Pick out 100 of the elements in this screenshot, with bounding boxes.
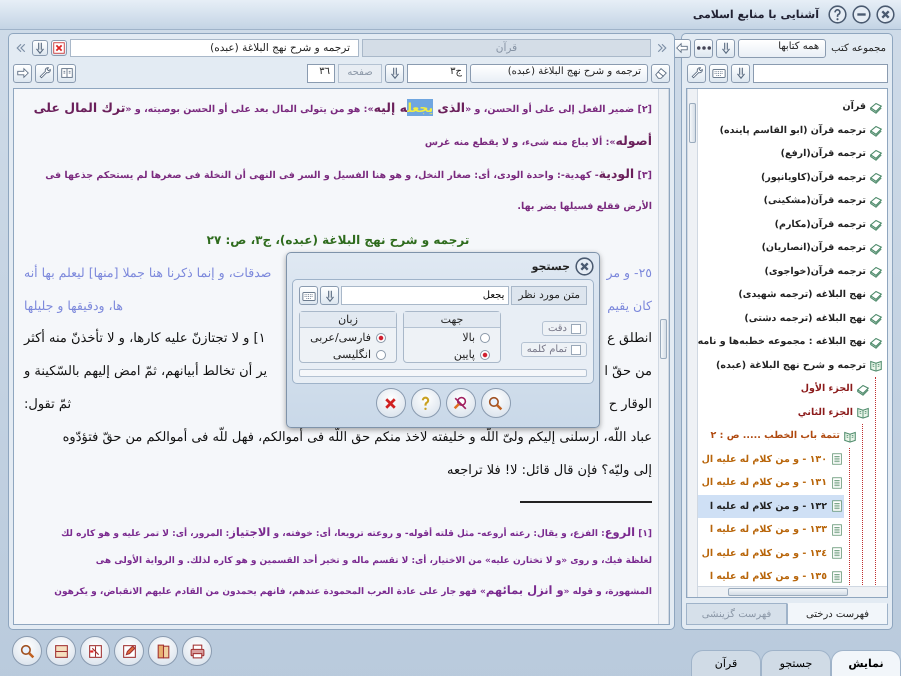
radio-button[interactable] xyxy=(376,332,386,342)
book-dropdown[interactable]: ترجمه و شرح نهج البلاغة (عبده) xyxy=(470,64,648,82)
crop-icon xyxy=(86,642,104,660)
tree-item[interactable]: ترجمه قرآن(انصاریان) xyxy=(698,236,883,260)
note-text: أصوله»: ألا يباع منه شىء، و لا يقطع منه غرس xyxy=(424,133,652,148)
radio-button[interactable] xyxy=(480,332,490,342)
tree-item[interactable]: قرآن xyxy=(698,95,883,118)
dropdown-button[interactable] xyxy=(731,64,750,82)
help-icon xyxy=(828,5,846,24)
footnote-text: لغلظة فيك، و روى «و لا تختارن عليه» من الاختيار، أى: لا تقسم ماله و تخير أحد القسمين و هو كاره لذلك. و الرواية الأولى هى xyxy=(96,556,652,566)
horizontal-scrollbar[interactable] xyxy=(698,586,887,597)
help-button[interactable] xyxy=(827,4,847,24)
split-view-icon xyxy=(60,66,74,80)
tree-item[interactable]: ترجمه قرآن (ابو القاسم پاینده) xyxy=(698,118,883,142)
book-icon xyxy=(869,170,883,184)
wrench-icon xyxy=(690,66,704,80)
help-button[interactable] xyxy=(410,388,440,418)
tree-item[interactable]: ترجمه قرآن(خواجوی) xyxy=(698,260,883,283)
quote-text: ٢٥- و مر xyxy=(606,265,652,280)
quote-text: صدقات، و إنما ذكرنا هنا جملا [منها] ليعلم بها أنه xyxy=(24,265,272,280)
print-button[interactable] xyxy=(182,636,212,666)
checkbox-option[interactable]: تمام کلمه xyxy=(520,342,587,357)
checkbox[interactable] xyxy=(571,344,581,354)
option-label: فارسی/عربی xyxy=(310,331,371,344)
cancel-button[interactable] xyxy=(376,388,406,418)
tree-item[interactable]: ١٣٠ - و من كلام له عليه ال xyxy=(698,448,844,471)
chevrons-left-icon xyxy=(15,42,27,54)
close-button[interactable] xyxy=(574,256,594,276)
collection-dropdown[interactable]: همه کتابها xyxy=(738,38,826,58)
page-field[interactable]: ٣٦ xyxy=(307,64,335,82)
tree-item[interactable]: ١٣٢ - و من كلام له عليه ا xyxy=(698,494,844,518)
tree-item[interactable]: ترجمه قرآن(کاویانپور) xyxy=(698,166,883,189)
query-field[interactable]: يجعل xyxy=(341,286,510,305)
close-button[interactable] xyxy=(875,4,895,24)
tree-item[interactable]: ١٣٤ - و من كلام له عليه ال xyxy=(698,542,844,565)
clear-search-button[interactable] xyxy=(446,388,476,418)
tree-item[interactable]: ترجمه قرآن(ارفع) xyxy=(698,142,883,166)
checkbox-option[interactable]: دقت xyxy=(542,321,587,336)
settings-button[interactable] xyxy=(687,64,706,82)
page-icon xyxy=(830,570,844,584)
radio-button[interactable] xyxy=(480,350,490,360)
chevrons-right-icon xyxy=(656,42,668,54)
radio-button[interactable] xyxy=(376,350,386,360)
down-arrow-icon xyxy=(33,41,47,55)
layout-button[interactable] xyxy=(46,636,76,666)
quote-text: كان يقيم xyxy=(607,298,652,313)
eraser-icon xyxy=(654,66,668,80)
books-button[interactable] xyxy=(148,636,178,666)
keyboard-icon xyxy=(712,66,726,80)
document-tab[interactable]: ترجمه و شرح نهج البلاغة (عبده) xyxy=(70,39,359,57)
panel-tab[interactable]: فهرست درختی xyxy=(787,603,888,625)
view-tab[interactable]: نمایش xyxy=(831,650,901,676)
vertical-scrollbar[interactable] xyxy=(658,89,669,624)
tree-item[interactable]: ترجمه قرآن(مکارم) xyxy=(698,212,883,236)
tree-item[interactable]: نهج البلاغه (ترجمه شهیدی) xyxy=(698,283,883,306)
minimize-button[interactable] xyxy=(851,4,871,24)
volume-field[interactable]: ج٣ xyxy=(407,64,467,82)
printer-icon xyxy=(188,642,206,660)
more-button[interactable] xyxy=(694,38,714,58)
split-view-button[interactable] xyxy=(57,64,76,82)
body-text: ١] و لا تجتازنّ عليه كارها، و لا تأخذنّ منه أكثر xyxy=(24,331,266,346)
group-title: زبان xyxy=(300,312,396,328)
book-search-field[interactable] xyxy=(753,64,888,82)
keyboard-button[interactable] xyxy=(299,286,318,305)
body-text: انطلق ع xyxy=(607,331,652,346)
search-icon xyxy=(18,642,36,660)
tab-list-button[interactable] xyxy=(32,40,48,56)
edit-button[interactable] xyxy=(114,636,144,666)
crop-button[interactable] xyxy=(80,636,110,666)
search-button[interactable] xyxy=(12,636,42,666)
tree-item[interactable]: ١٣٥ - و من كلام له عليه ا xyxy=(698,565,844,586)
tree-item[interactable]: ترجمه و شرح نهج البلاغة (عبده) xyxy=(698,354,883,377)
tree-item[interactable]: تتمة باب الخطب ..... ص : ٢ xyxy=(698,424,857,448)
settings-button[interactable] xyxy=(35,64,54,82)
book-icon xyxy=(869,217,883,232)
tree-item[interactable]: الجزء الثاني xyxy=(698,400,870,424)
dropdown-button[interactable] xyxy=(716,38,736,58)
tree-item[interactable]: نهج البلاغه : مجموعه خطبه‌ها و نامه xyxy=(698,330,883,354)
checkbox[interactable] xyxy=(571,324,581,334)
view-tab[interactable]: قرآن xyxy=(691,650,761,676)
close-circle-icon xyxy=(574,256,594,276)
tree-item[interactable]: ١٣١ - و من كلام له عليه ال xyxy=(698,471,844,494)
search-button[interactable] xyxy=(480,388,510,418)
option-label: پایین xyxy=(454,348,475,361)
history-button[interactable] xyxy=(320,286,339,305)
body-text: ير أن تخالط أبيانهم، ثمّ امض إليهم بالسّكينة و xyxy=(24,364,268,379)
keyboard-button[interactable] xyxy=(709,64,728,82)
books-icon xyxy=(154,642,172,660)
tree-item[interactable]: ١٣٣ - و من كلام له عليه ا xyxy=(698,518,844,542)
tree-item[interactable]: نهج البلاغه (ترجمه دشتی) xyxy=(698,306,883,330)
tree-item[interactable]: الجزء الأول xyxy=(698,377,870,400)
page-icon xyxy=(830,452,844,466)
forward-button[interactable] xyxy=(13,64,32,82)
volume-dropdown-button[interactable] xyxy=(385,64,404,82)
vertical-scrollbar[interactable] xyxy=(687,89,698,597)
tree-item[interactable]: ترجمه قرآن(مشکینی) xyxy=(698,189,883,212)
note-text: الأرض فقلع فسيلها يضر بها. xyxy=(517,201,652,212)
view-tab[interactable]: جستجو xyxy=(761,650,831,676)
close-tab-button[interactable] xyxy=(51,40,67,56)
clear-button[interactable] xyxy=(651,64,670,82)
